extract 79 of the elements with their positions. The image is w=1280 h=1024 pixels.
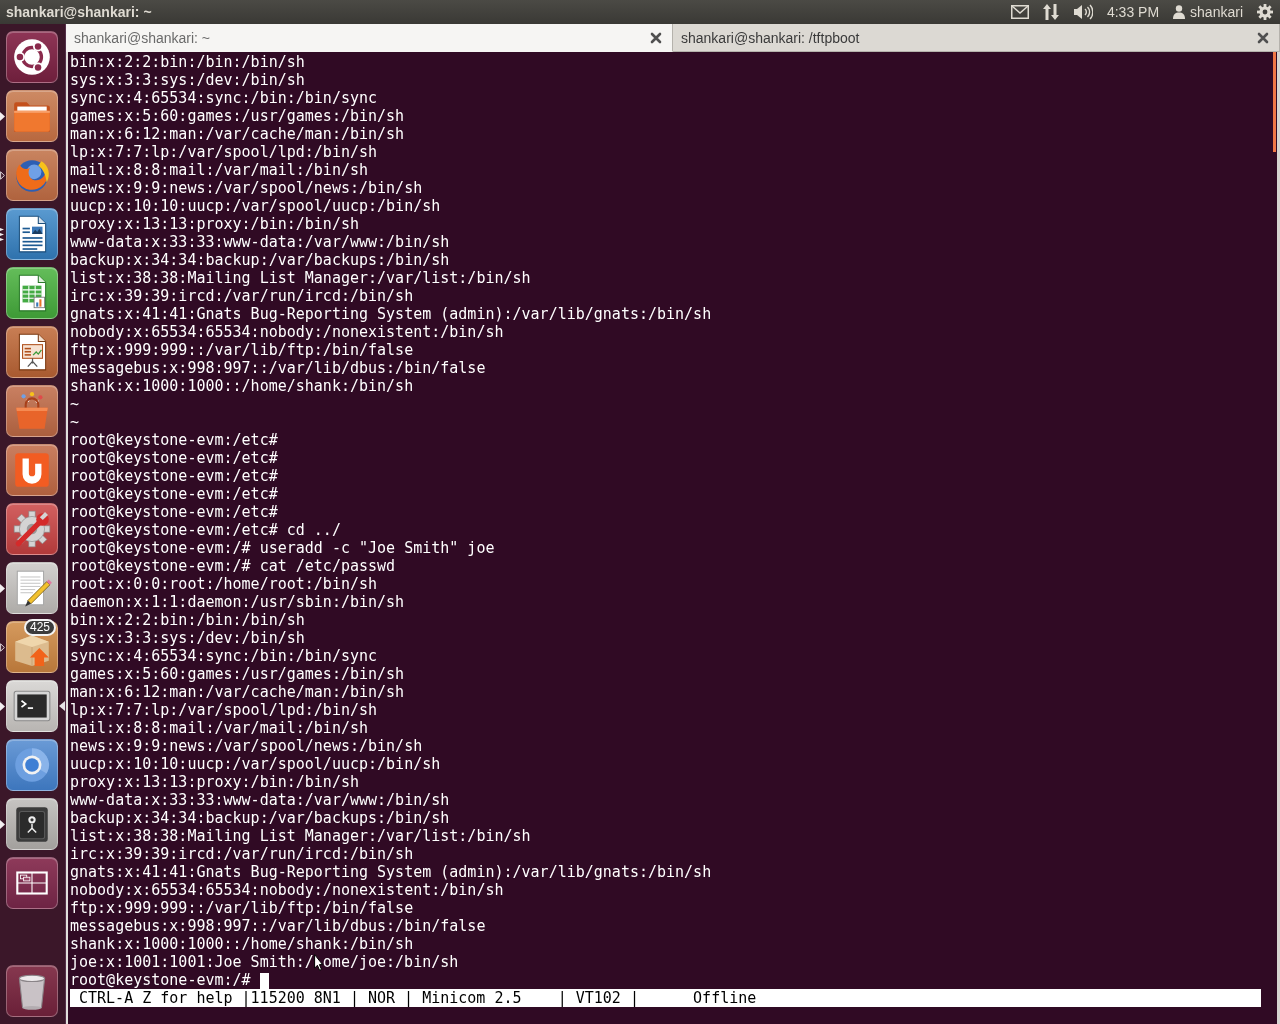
- terminal-line: man:x:6:12:man:/var/cache/man:/bin/sh: [70, 125, 405, 143]
- network-arrows-icon[interactable]: [1042, 3, 1059, 21]
- terminal-line: shank:x:1000:1000::/home/shank:/bin/sh: [70, 935, 414, 953]
- terminal-line: root@keystone-evm:/# cat /etc/passwd: [70, 557, 396, 575]
- terminal-line: messagebus:x:998:997::/var/lib/dbus:/bin/false: [70, 359, 486, 377]
- terminal-line: backup:x:34:34:backup:/var/backups:/bin/sh: [70, 251, 450, 269]
- terminal-line: nobody:x:65534:65534:nobody:/nonexistent:/bin/sh: [70, 881, 504, 899]
- launcher-button[interactable]: [6, 798, 58, 850]
- terminal-line: irc:x:39:39:ircd:/var/run/ircd:/bin/sh: [70, 287, 414, 305]
- terminal-line: ftp:x:999:999::/var/lib/ftp:/bin/false: [70, 899, 414, 917]
- terminal-tab[interactable]: shankari@shankari: /tftpboot: [673, 24, 1280, 52]
- launcher-button[interactable]: [6, 267, 58, 319]
- launcher-button[interactable]: [6, 326, 58, 378]
- close-icon[interactable]: [1257, 31, 1269, 44]
- terminal-line: root@keystone-evm:/etc#: [70, 431, 278, 449]
- terminal-line: root@keystone-evm:/#: [70, 971, 251, 989]
- terminal-line: bin:x:2:2:bin:/bin:/bin/sh: [70, 611, 305, 629]
- terminal-line: www-data:x:33:33:www-data:/var/www:/bin/sh: [70, 233, 450, 251]
- terminal-line: root@keystone-evm:/# useradd -c "Joe Smith" joe: [70, 539, 495, 557]
- window-title: shankari@shankari: ~: [5, 4, 153, 20]
- terminal-line: root@keystone-evm:/etc#: [70, 467, 278, 485]
- terminal-line: news:x:9:9:news:/var/spool/news:/bin/sh: [70, 737, 423, 755]
- terminal-line: games:x:5:60:games:/usr/games:/bin/sh: [70, 665, 405, 683]
- terminal-line: mail:x:8:8:mail:/var/mail:/bin/sh: [70, 161, 368, 179]
- terminal-tab[interactable]: shankari@shankari: ~: [66, 24, 673, 52]
- launcher-button[interactable]: 425: [6, 621, 58, 673]
- terminal-line: backup:x:34:34:backup:/var/backups:/bin/sh: [70, 809, 450, 827]
- terminal-line: sync:x:4:65534:sync:/bin:/bin/sync: [70, 647, 378, 665]
- terminal-line: nobody:x:65534:65534:nobody:/nonexistent:/bin/sh: [70, 323, 504, 341]
- terminal-line: ome/joe:/bin/sh: [322, 953, 459, 971]
- user-menu[interactable]: shankari: [1173, 4, 1243, 20]
- gear-icon[interactable]: [1257, 4, 1273, 20]
- volume-icon[interactable]: [1072, 4, 1093, 20]
- terminal-line: root:x:0:0:root:/home/root:/bin/sh: [70, 575, 378, 593]
- terminal-line: list:x:38:38:Mailing List Manager:/var/list:/bin/sh: [70, 827, 531, 845]
- launcher-button[interactable]: [6, 965, 58, 1017]
- gear-wrench-icon: [11, 508, 53, 550]
- circle-of-friends-icon: [11, 36, 53, 78]
- terminal-line: uucp:x:10:10:uucp:/var/spool/uucp:/bin/sh: [70, 755, 441, 773]
- terminal-line: man:x:6:12:man:/var/cache/man:/bin/sh: [70, 683, 405, 701]
- terminal-line: daemon:x:1:1:daemon:/usr/sbin:/bin/sh: [70, 593, 405, 611]
- close-icon[interactable]: [650, 31, 662, 44]
- person-icon: [1173, 5, 1186, 19]
- terminal-line: list:x:38:38:Mailing List Manager:/var/list:/bin/sh: [70, 269, 531, 287]
- terminal-line: proxy:x:13:13:proxy:/bin:/bin/sh: [70, 215, 359, 233]
- terminal-line: ftp:x:999:999::/var/lib/ftp:/bin/false: [70, 341, 414, 359]
- terminal-line: root@keystone-evm:/etc# cd ../: [70, 521, 341, 539]
- terminal-line: lp:x:7:7:lp:/var/spool/lpd:/bin/sh: [70, 701, 378, 719]
- terminal-line: root@keystone-evm:/etc#: [70, 503, 278, 521]
- terminal-line: gnats:x:41:41:Gnats Bug-Reporting System (admin):/var/lib/gnats:/bin/sh: [70, 863, 712, 881]
- terminal-line: irc:x:39:39:ircd:/var/run/ircd:/bin/sh: [70, 845, 414, 863]
- terminal-line: gnats:x:41:41:Gnats Bug-Reporting System (admin):/var/lib/gnats:/bin/sh: [70, 305, 712, 323]
- terminal-line: root@keystone-evm:/etc#: [70, 485, 278, 503]
- launcher-button[interactable]: [6, 857, 58, 909]
- terminal-line: news:x:9:9:news:/var/spool/news:/bin/sh: [70, 179, 423, 197]
- terminal-line: www-data:x:33:33:www-data:/var/www:/bin/sh: [70, 791, 450, 809]
- terminal-line: sys:x:3:3:sys:/dev:/bin/sh: [70, 71, 305, 89]
- terminal-line: shank:x:1000:1000::/home/shank:/bin/sh: [70, 377, 414, 395]
- launcher-button[interactable]: [6, 31, 58, 83]
- terminal-line: joe:x:1001:1001:Joe Smith:/: [70, 953, 314, 971]
- terminal-line: uucp:x:10:10:uucp:/var/spool/uucp:/bin/sh: [70, 197, 441, 215]
- mail-icon[interactable]: [1010, 5, 1029, 19]
- terminal-line: mail:x:8:8:mail:/var/mail:/bin/sh: [70, 719, 368, 737]
- terminal-line: ~: [70, 413, 80, 431]
- terminal-line: bin:x:2:2:bin:/bin:/bin/sh: [70, 53, 305, 71]
- terminal-line: lp:x:7:7:lp:/var/spool/lpd:/bin/sh: [70, 143, 378, 161]
- terminal-line: root@keystone-evm:/etc#: [70, 449, 278, 467]
- terminal-line: messagebus:x:998:997::/var/lib/dbus:/bin/false: [70, 917, 486, 935]
- terminal-line: sync:x:4:65534:sync:/bin:/bin/sync: [70, 89, 378, 107]
- scrollbar-thumb[interactable]: [1273, 52, 1276, 152]
- launcher-button[interactable]: [6, 680, 58, 732]
- clock[interactable]: 4:33 PM: [1106, 4, 1160, 20]
- launcher-button[interactable]: [6, 208, 58, 260]
- terminal-line: ~: [70, 395, 80, 413]
- terminal-line: sys:x:3:3:sys:/dev:/bin/sh: [70, 629, 305, 647]
- terminal-line: proxy:x:13:13:proxy:/bin:/bin/sh: [70, 773, 359, 791]
- mouse-pointer-icon: [313, 954, 323, 971]
- terminal-line: games:x:5:60:games:/usr/games:/bin/sh: [70, 107, 405, 125]
- count-badge: 425: [23, 619, 56, 636]
